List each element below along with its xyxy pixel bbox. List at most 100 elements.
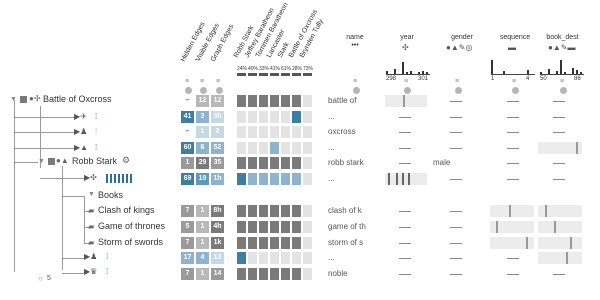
edge-count-cell[interactable]: 1 (196, 126, 209, 138)
book-bar[interactable] (538, 252, 582, 264)
heat-cell[interactable] (248, 237, 257, 249)
heat-cell[interactable] (270, 157, 279, 169)
col-name[interactable]: name (340, 34, 370, 41)
node-battle-of-oxcross[interactable]: Battle of Oxcross (43, 94, 112, 104)
collapse-icon[interactable]: ▼ (38, 158, 45, 165)
heat-cell[interactable] (259, 252, 268, 264)
sort-icon[interactable]: ≡ (200, 78, 204, 85)
heat-cell[interactable] (270, 111, 279, 123)
heat-cell[interactable] (259, 268, 268, 280)
filter-icon[interactable] (512, 87, 519, 94)
heat-cell[interactable] (292, 95, 301, 107)
heat-cell[interactable] (281, 268, 290, 280)
heat-cell[interactable] (303, 111, 312, 123)
heat-cell[interactable] (292, 268, 301, 280)
heat-cell[interactable] (292, 237, 301, 249)
edge-count-cell[interactable]: 13 (211, 252, 224, 264)
heat-cell[interactable] (303, 142, 312, 154)
heat-cell[interactable] (259, 173, 268, 185)
heat-cell[interactable] (259, 95, 268, 107)
collapse-icon[interactable]: ▼ (88, 191, 95, 198)
heat-cell[interactable] (281, 157, 290, 169)
edge-count-cell[interactable]: 17 (181, 252, 194, 264)
heat-cell[interactable] (248, 157, 257, 169)
heat-cell[interactable] (292, 126, 301, 138)
heat-cell[interactable] (237, 142, 246, 154)
heat-cell[interactable] (248, 95, 257, 107)
edge-count-cell[interactable]: 1 (196, 268, 209, 280)
filter-icon[interactable] (216, 87, 223, 94)
col-year[interactable]: year (392, 34, 422, 41)
heat-cell[interactable] (270, 221, 279, 233)
heat-cell[interactable] (237, 173, 246, 185)
edge-count-cell[interactable]: 69 (181, 173, 194, 185)
edge-count-cell[interactable]: 19 (196, 173, 209, 185)
expand-icon[interactable]: ▶✣ (84, 173, 97, 182)
gear-icon[interactable]: ⚙ (122, 155, 130, 166)
edge-count-cell[interactable]: 35 (211, 157, 224, 169)
edge-count-cell[interactable]: 4 (196, 252, 209, 264)
edge-count-cell[interactable]: 7 (181, 268, 194, 280)
heat-cell[interactable] (270, 268, 279, 280)
heat-cell[interactable] (292, 111, 301, 123)
year-bar[interactable] (385, 173, 427, 185)
edge-count-cell[interactable]: 1 (196, 205, 209, 217)
book-histogram[interactable] (540, 58, 584, 75)
year-bar[interactable] (385, 95, 427, 107)
heat-cell[interactable] (281, 142, 290, 154)
heat-cell[interactable] (237, 252, 246, 264)
sort-icon[interactable]: ≡ (216, 78, 220, 85)
heat-cell[interactable] (248, 142, 257, 154)
col-sequence[interactable]: sequence (495, 34, 535, 41)
node-books[interactable]: Books (98, 190, 123, 200)
heat-cell[interactable] (248, 126, 257, 138)
heat-cell[interactable] (237, 221, 246, 233)
heat-cell[interactable] (303, 268, 312, 280)
edge-count-cell[interactable]: 5 (181, 221, 194, 233)
heat-cell[interactable] (281, 252, 290, 264)
heat-cell[interactable] (292, 142, 301, 154)
edge-count-cell[interactable]: 6 (196, 142, 209, 154)
edge-count-cell[interactable]: 29 (196, 157, 209, 169)
edge-count-cell[interactable]: 41 (181, 111, 194, 123)
expand-icon[interactable]: ▶♛ (84, 267, 97, 276)
heat-cell[interactable] (248, 252, 257, 264)
heat-cell[interactable] (292, 252, 301, 264)
heat-cell[interactable] (270, 252, 279, 264)
edge-count-cell[interactable]: 1 (196, 237, 209, 249)
sort-icon[interactable]: ≡ (512, 78, 516, 85)
heat-cell[interactable] (237, 237, 246, 249)
col-book-dest[interactable]: book_dest (540, 34, 585, 41)
edge-count-cell[interactable]: 1 (196, 221, 209, 233)
heat-cell[interactable] (270, 95, 279, 107)
node-book-2[interactable]: Game of thrones (98, 221, 165, 231)
sequence-histogram[interactable] (491, 58, 535, 75)
edge-count-cell[interactable]: 4h (211, 221, 224, 233)
expand-icon[interactable]: ▶✈ (74, 112, 87, 121)
heat-cell[interactable] (237, 205, 246, 217)
edge-count-cell[interactable]: 7 (181, 205, 194, 217)
node-book-3[interactable]: Storm of swords (98, 237, 163, 247)
edge-count-cell[interactable]: 3 (196, 111, 209, 123)
heat-cell[interactable] (292, 157, 301, 169)
heat-cell[interactable] (281, 111, 290, 123)
edge-count-cell[interactable]: 1h (211, 173, 224, 185)
heat-cell[interactable] (303, 237, 312, 249)
edge-count-cell[interactable]: – (181, 95, 194, 107)
edge-count-cell[interactable]: 14 (211, 268, 224, 280)
heat-cell[interactable] (259, 237, 268, 249)
sort-icon[interactable]: ≡ (185, 78, 189, 85)
heat-cell[interactable] (259, 221, 268, 233)
heat-cell[interactable] (259, 205, 268, 217)
heat-cell[interactable] (281, 126, 290, 138)
heat-cell[interactable] (281, 173, 290, 185)
edge-count-cell[interactable]: 12 (196, 95, 209, 107)
sequence-bar[interactable] (490, 205, 534, 217)
heat-cell[interactable] (292, 173, 301, 185)
heat-cell[interactable] (237, 95, 246, 107)
collapse-icon[interactable]: ▼ (10, 96, 17, 103)
node-robb-stark[interactable]: Robb Stark (72, 156, 117, 166)
filter-icon[interactable] (200, 87, 207, 94)
heat-cell[interactable] (270, 173, 279, 185)
heat-cell[interactable] (281, 95, 290, 107)
